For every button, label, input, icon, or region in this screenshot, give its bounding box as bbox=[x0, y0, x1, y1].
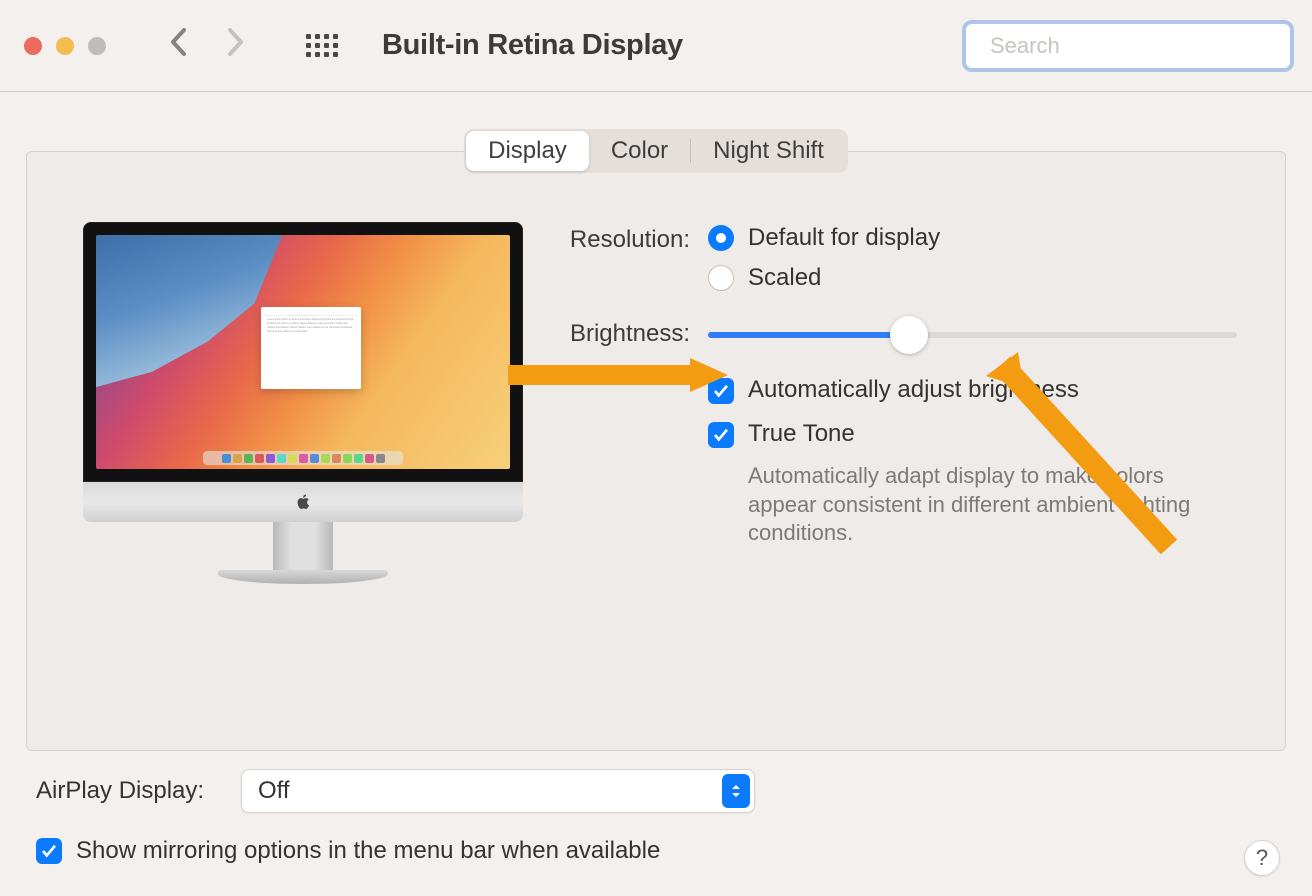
help-button[interactable]: ? bbox=[1244, 840, 1280, 876]
preview-dock-icon bbox=[203, 451, 403, 465]
close-button[interactable] bbox=[24, 37, 42, 55]
radio-unchecked-icon bbox=[708, 265, 734, 291]
brightness-label: Brightness: bbox=[553, 318, 708, 348]
true-tone-description: Automatically adapt display to make colo… bbox=[748, 462, 1208, 548]
checkbox-checked-icon bbox=[708, 422, 734, 448]
forward-button bbox=[228, 27, 244, 64]
airplay-dropdown[interactable]: Off bbox=[241, 769, 755, 813]
zoom-button-disabled bbox=[88, 37, 106, 55]
slider-fill bbox=[708, 332, 909, 338]
settings-panel: Lorem ipsum dolor sit amet consectetur a… bbox=[26, 151, 1286, 751]
search-input[interactable] bbox=[990, 33, 1278, 59]
airplay-value: Off bbox=[258, 777, 290, 805]
resolution-default-label: Default for display bbox=[748, 224, 940, 252]
resolution-label: Resolution: bbox=[553, 224, 708, 304]
preview-window-icon: Lorem ipsum dolor sit amet consectetur a… bbox=[261, 307, 361, 389]
page-title: Built-in Retina Display bbox=[382, 29, 683, 62]
nav-arrows bbox=[170, 27, 244, 64]
auto-brightness-checkbox[interactable]: Automatically adjust brightness bbox=[708, 376, 1247, 404]
minimize-button[interactable] bbox=[56, 37, 74, 55]
toolbar: Built-in Retina Display bbox=[0, 0, 1312, 92]
show-all-icon[interactable] bbox=[306, 34, 338, 57]
true-tone-label: True Tone bbox=[748, 420, 855, 448]
checkbox-checked-icon bbox=[708, 378, 734, 404]
back-button[interactable] bbox=[170, 27, 186, 64]
window-controls bbox=[24, 37, 106, 55]
true-tone-checkbox[interactable]: True Tone bbox=[708, 420, 1247, 448]
mirroring-checkbox[interactable]: Show mirroring options in the menu bar w… bbox=[36, 837, 1286, 865]
brightness-slider[interactable] bbox=[708, 332, 1237, 338]
resolution-scaled-option[interactable]: Scaled bbox=[708, 264, 1247, 292]
search-field-wrap[interactable] bbox=[962, 20, 1294, 72]
mirroring-label: Show mirroring options in the menu bar w… bbox=[76, 837, 660, 865]
auto-brightness-label: Automatically adjust brightness bbox=[748, 376, 1079, 404]
tab-night-shift[interactable]: Night Shift bbox=[691, 131, 846, 171]
tab-display[interactable]: Display bbox=[466, 131, 589, 171]
display-preview: Lorem ipsum dolor sit amet consectetur a… bbox=[83, 222, 523, 584]
apple-logo-icon bbox=[294, 493, 312, 511]
airplay-label: AirPlay Display: bbox=[36, 777, 241, 805]
radio-checked-icon bbox=[708, 225, 734, 251]
slider-thumb[interactable] bbox=[890, 316, 928, 354]
tab-bar: Display Color Night Shift bbox=[464, 129, 848, 173]
tab-color[interactable]: Color bbox=[589, 131, 690, 171]
chevron-updown-icon bbox=[722, 774, 750, 808]
resolution-default-option[interactable]: Default for display bbox=[708, 224, 1247, 252]
resolution-scaled-label: Scaled bbox=[748, 264, 821, 292]
checkbox-checked-icon bbox=[36, 838, 62, 864]
